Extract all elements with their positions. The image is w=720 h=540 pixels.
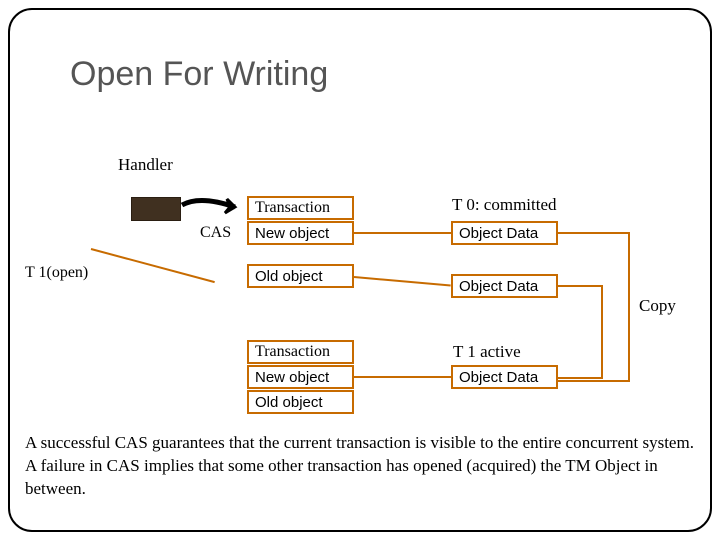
conn-right-down1 <box>628 232 630 380</box>
block2-objdata: Object Data <box>451 365 558 389</box>
block1-new-object: New object <box>247 221 354 245</box>
block1-transaction: Transaction <box>247 196 354 220</box>
block1-objdata1: Object Data <box>451 221 558 245</box>
conn-objdata2-right <box>558 285 603 287</box>
block2-new-object: New object <box>247 365 354 389</box>
block2-transaction: Transaction <box>247 340 354 364</box>
conn-objdata3-right-a <box>558 377 603 379</box>
conn-newobj-objdata1 <box>354 232 451 234</box>
cas-label: CAS <box>200 224 231 242</box>
handler-block <box>131 197 181 221</box>
copy-label: Copy <box>639 296 676 316</box>
block2-old-object: Old object <box>247 390 354 414</box>
block1-t0-label: T 0: committed <box>452 195 557 215</box>
slide-title: Open For Writing <box>70 55 328 94</box>
block1-old-object: Old object <box>247 264 354 288</box>
block2-t1active-label: T 1 active <box>453 342 521 362</box>
conn-objdata3-right-b <box>558 380 630 382</box>
conn-objdata1-right <box>558 232 630 234</box>
conn-right-down2 <box>601 285 603 378</box>
handler-label: Handler <box>118 155 173 175</box>
caption-text: A successful CAS guarantees that the cur… <box>25 432 695 501</box>
conn-newobj2-objdata <box>354 376 451 378</box>
t1open-label: T 1(open) <box>25 264 88 282</box>
block1-objdata2: Object Data <box>451 274 558 298</box>
